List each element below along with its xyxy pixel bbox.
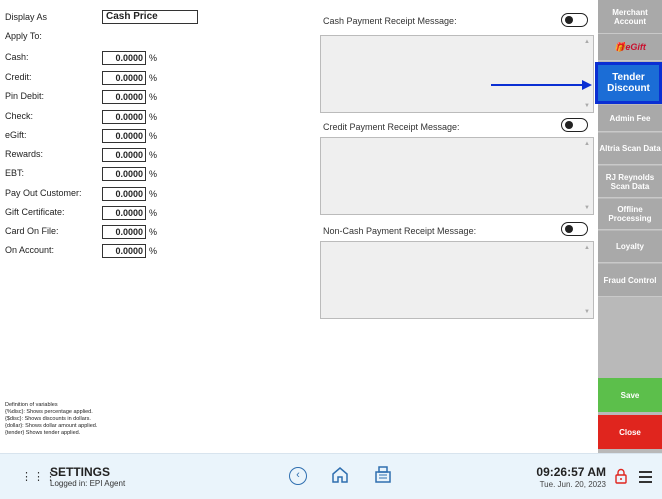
sidebar-item-egift[interactable]: 🎁 eGift [598, 34, 662, 61]
percent-sign: % [149, 150, 158, 160]
hamburger-menu-icon[interactable] [639, 471, 652, 486]
definition-pct-disc: {%disc}: Shows percentage applied. [5, 409, 93, 415]
field-label-cash: Cash: [5, 52, 29, 62]
bottom-status-bar: ⋮⋮⋮ SETTINGS Logged in: EPI Agent ‹ 09:2… [0, 453, 662, 499]
variable-definitions: Definition of variables {%disc}: Shows p… [5, 402, 97, 437]
field-label-on-account: On Account: [5, 245, 55, 255]
display-as-input[interactable]: Cash Price [102, 10, 198, 24]
percent-sign: % [149, 169, 158, 179]
back-icon[interactable]: ‹ [289, 467, 307, 485]
check-percent-input[interactable]: 0.0000 [102, 110, 146, 124]
display-as-label: Display As [5, 12, 48, 22]
percent-sign: % [149, 208, 158, 218]
gift-certificate-percent-input[interactable]: 0.0000 [102, 206, 146, 220]
clock-time: 09:26:57 AM [536, 465, 606, 479]
sidebar-item-merchant-account[interactable]: Merchant Account [598, 0, 662, 34]
scroll-up-icon[interactable]: ▲ [584, 141, 590, 147]
sidebar-item-admin-fee[interactable]: Admin Fee [598, 105, 662, 132]
apply-to-label: Apply To: [5, 31, 42, 41]
percent-sign: % [149, 131, 158, 141]
field-label-credit: Credit: [5, 72, 32, 82]
field-label-check: Check: [5, 111, 34, 121]
register-icon[interactable] [374, 466, 392, 488]
toggle-knob [565, 16, 573, 24]
rewards-percent-input[interactable]: 0.0000 [102, 148, 146, 162]
credit-message-textarea[interactable]: ▲ ▼ [320, 137, 594, 215]
percent-sign: % [149, 246, 158, 256]
clock-date: Tue. Jun. 20, 2023 [539, 480, 606, 489]
sidebar-item-loyalty[interactable]: Loyalty [598, 231, 662, 263]
sidebar-item-altria-scan-data[interactable]: Altria Scan Data [598, 133, 662, 165]
field-label-pay-out-customer: Pay Out Customer: [5, 188, 82, 198]
toggle-knob [565, 225, 573, 233]
save-button[interactable]: Save [598, 378, 662, 412]
pointer-arrow-line [491, 84, 583, 86]
noncash-message-toggle[interactable] [561, 222, 588, 236]
definition-dollar-disc: {$disc}: Shows discounts in dollars. [5, 416, 91, 422]
percent-sign: % [149, 227, 158, 237]
close-button[interactable]: Close [598, 415, 662, 449]
card-on-file-percent-input[interactable]: 0.0000 [102, 225, 146, 239]
credit-message-toggle[interactable] [561, 118, 588, 132]
sidebar-item-fraud-control[interactable]: Fraud Control [598, 264, 662, 297]
scroll-down-icon[interactable]: ▼ [584, 103, 590, 109]
field-label-egift: eGift: [5, 130, 27, 140]
tender-discount-form: Display As Cash Price Apply To: Cash: 0.… [0, 0, 312, 453]
cash-percent-input[interactable]: 0.0000 [102, 51, 146, 65]
pay-out-customer-percent-input[interactable]: 0.0000 [102, 187, 146, 201]
definition-dollar: {dollar}: Shows dollar amount applied. [5, 423, 98, 429]
noncash-message-textarea[interactable]: ▲ ▼ [320, 241, 594, 319]
sidebar-item-label: eGift [625, 41, 646, 52]
sidebar-item-rj-reynolds-scan-data[interactable]: RJ Reynolds Scan Data [598, 166, 662, 198]
ebt-percent-input[interactable]: 0.0000 [102, 167, 146, 181]
egift-percent-input[interactable]: 0.0000 [102, 129, 146, 143]
page-title: SETTINGS [50, 465, 111, 479]
percent-sign: % [149, 189, 158, 199]
scroll-down-icon[interactable]: ▼ [584, 309, 590, 315]
noncash-message-label: Non-Cash Payment Receipt Message: [323, 226, 477, 236]
percent-sign: % [149, 53, 158, 63]
sidebar-item-tender-discount[interactable]: Tender Discount [595, 62, 662, 104]
field-label-ebt: EBT: [5, 168, 25, 178]
percent-sign: % [149, 73, 158, 83]
pointer-arrow-head [582, 80, 592, 90]
field-label-card-on-file: Card On File: [5, 226, 59, 236]
percent-sign: % [149, 92, 158, 102]
lock-icon[interactable] [615, 468, 627, 484]
definitions-heading: Definition of variables [5, 402, 58, 408]
scroll-up-icon[interactable]: ▲ [584, 39, 590, 45]
settings-sidebar: Merchant Account 🎁 eGift Tender Discount … [595, 0, 662, 453]
home-icon[interactable] [331, 466, 349, 488]
pin-debit-percent-input[interactable]: 0.0000 [102, 90, 146, 104]
scroll-up-icon[interactable]: ▲ [584, 245, 590, 251]
toggle-knob [565, 121, 573, 129]
credit-message-label: Credit Payment Receipt Message: [323, 122, 460, 132]
field-label-pin-debit: Pin Debit: [5, 91, 45, 101]
scroll-down-icon[interactable]: ▼ [584, 205, 590, 211]
percent-sign: % [149, 112, 158, 122]
cash-message-label: Cash Payment Receipt Message: [323, 16, 457, 26]
definition-tender: {tender} Shows tender applied. [5, 430, 81, 436]
credit-percent-input[interactable]: 0.0000 [102, 71, 146, 85]
cash-message-toggle[interactable] [561, 13, 588, 27]
field-label-rewards: Rewards: [5, 149, 44, 159]
gift-icon: 🎁 [614, 41, 626, 52]
field-label-gift-certificate: Gift Certificate: [5, 207, 65, 217]
on-account-percent-input[interactable]: 0.0000 [102, 244, 146, 258]
cash-message-textarea[interactable]: ▲ ▼ [320, 35, 594, 113]
logged-in-user: Logged in: EPI Agent [50, 479, 126, 488]
sidebar-item-offline-processing[interactable]: Offline Processing [598, 199, 662, 230]
